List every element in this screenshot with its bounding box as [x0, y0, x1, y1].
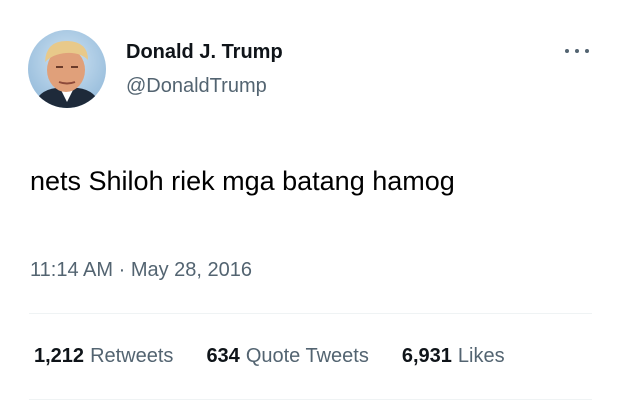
avatar[interactable]: [28, 30, 106, 108]
tweet-text: nets Shiloh riek mga batang hamog: [30, 166, 455, 196]
author-handle[interactable]: @DonaldTrump: [126, 75, 267, 98]
dot: [585, 49, 589, 53]
retweets-count: 1,212: [34, 345, 85, 367]
engagement-stats: 1,212 Retweets 634 Quote Tweets 6,931 Li…: [34, 345, 505, 368]
tweet-date: May 28, 2016: [130, 259, 253, 281]
avatar-image: [28, 30, 106, 108]
likes-count: 6,931: [401, 345, 452, 367]
dot: [575, 49, 579, 53]
dot: [565, 49, 569, 53]
divider: [29, 313, 592, 314]
author-name[interactable]: Donald J. Trump: [126, 41, 283, 64]
tweet-timestamp[interactable]: 11:14 AM · May 28, 2016: [30, 259, 252, 282]
divider: [29, 399, 592, 400]
retweets-stat[interactable]: 1,212 Retweets: [34, 345, 173, 368]
tweet-time: 11:14 AM: [30, 259, 114, 281]
meta-separator: ·: [118, 259, 126, 281]
more-options-icon[interactable]: [563, 40, 591, 62]
tweet-card: Donald J. Trump @DonaldTrump nets Shiloh…: [0, 0, 619, 403]
quote-tweets-count: 634: [206, 345, 240, 367]
likes-stat[interactable]: 6,931 Likes: [402, 345, 505, 368]
retweets-label: Retweets: [90, 345, 174, 367]
quote-tweets-stat[interactable]: 634 Quote Tweets: [206, 345, 368, 368]
quote-tweets-label: Quote Tweets: [245, 345, 369, 367]
likes-label: Likes: [457, 345, 505, 367]
